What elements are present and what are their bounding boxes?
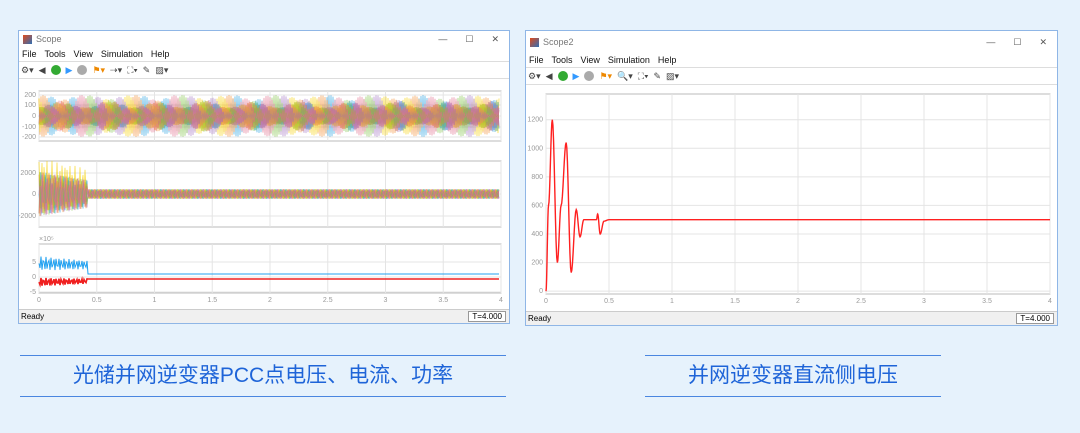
close-button[interactable]: ✕: [491, 34, 499, 45]
window-title: Scope2: [543, 37, 574, 47]
y-tick-label: 0: [32, 113, 36, 120]
menu-view[interactable]: View: [581, 55, 600, 65]
caption-right: 并网逆变器直流侧电压: [645, 355, 941, 397]
settings-icon[interactable]: ⚙▾: [528, 71, 541, 82]
toolbar: ⚙▾ ◀ ▶ ⚑▾ ⇢▾ ⛶▾ ✎ ▨▾: [19, 61, 509, 79]
y-tick-label: 0: [539, 288, 543, 295]
y-tick-label: 200: [24, 92, 36, 99]
style-icon[interactable]: ✎: [653, 71, 661, 82]
x-tick-label: 2.5: [856, 298, 866, 305]
matlab-logo-icon: [23, 34, 32, 44]
matlab-logo-icon: [530, 37, 539, 47]
y-tick-label: -200: [22, 134, 36, 141]
status-bar: Ready T=4.000: [526, 311, 1057, 325]
x-tick-label: 0.5: [92, 297, 102, 304]
menu-file[interactable]: File: [529, 55, 544, 65]
scope2-plot[interactable]: 0 0.5 1 1.5 2 2.5 3 3.5 4 0 200 400 600 800 1000 1200: [526, 87, 1057, 315]
stop-icon[interactable]: [584, 71, 595, 81]
cursor-icon[interactable]: ⇢▾: [110, 65, 122, 76]
window-title: Scope: [36, 34, 62, 44]
title-bar: Scope — ☐ ✕: [19, 31, 509, 47]
highlight-icon[interactable]: ⚑▾: [92, 65, 105, 76]
minimize-button[interactable]: —: [438, 34, 447, 45]
menu-help[interactable]: Help: [151, 49, 170, 59]
minimize-button[interactable]: —: [986, 37, 995, 48]
scope-window: Scope — ☐ ✕ File Tools View Simulation Help ⚙▾…: [18, 30, 510, 324]
x-tick-label: 3: [922, 298, 926, 305]
autoscale-icon[interactable]: ⛶▾: [127, 65, 138, 76]
maximize-button[interactable]: ☐: [465, 34, 473, 45]
menu-simulation[interactable]: Simulation: [101, 49, 143, 59]
y-tick-label: 5: [32, 259, 36, 266]
x-tick-label: 2.5: [323, 297, 333, 304]
x-tick-label: 1.5: [730, 298, 740, 305]
y-tick-label: 600: [531, 202, 543, 209]
x-tick-label: 0: [37, 297, 41, 304]
y-tick-label: 0: [32, 274, 36, 281]
edit-icon[interactable]: ▨▾: [155, 65, 168, 76]
style-icon[interactable]: ✎: [143, 65, 151, 76]
status-text: Ready: [528, 314, 552, 323]
menu-bar: File Tools View Simulation Help: [526, 53, 1057, 67]
step-back-icon[interactable]: ◀: [546, 71, 553, 82]
step-back-icon[interactable]: ◀: [39, 65, 46, 76]
autoscale-icon[interactable]: ⛶▾: [638, 71, 649, 82]
y-tick-label: -100: [22, 124, 36, 131]
x-tick-label: 4: [1048, 298, 1052, 305]
menu-view[interactable]: View: [74, 49, 93, 59]
title-bar: Scope2 — ☐ ✕: [526, 31, 1057, 53]
x-tick-label: 3.5: [438, 297, 448, 304]
menu-tools[interactable]: Tools: [552, 55, 573, 65]
x-tick-label: 2: [268, 297, 272, 304]
stop-icon[interactable]: [77, 65, 88, 75]
x-tick-label: 1.5: [207, 297, 217, 304]
y-tick-label: 200: [531, 260, 543, 267]
scope2-window: Scope2 — ☐ ✕ File Tools View Simulation Help ⚙…: [525, 30, 1058, 326]
caption-left: 光储并网逆变器PCC点电压、电流、功率: [20, 355, 506, 397]
y-tick-label: 1200: [527, 117, 543, 124]
x-tick-label: 0: [544, 298, 548, 305]
edit-icon[interactable]: ▨▾: [666, 71, 679, 82]
status-text: Ready: [21, 312, 45, 321]
y-tick-label: -2000: [19, 213, 36, 220]
x-tick-label: 2: [796, 298, 800, 305]
x-tick-label: 4: [499, 297, 503, 304]
menu-bar: File Tools View Simulation Help: [19, 47, 509, 61]
x-tick-label: 1: [153, 297, 157, 304]
x-tick-label: 1: [670, 298, 674, 305]
y-tick-label: -5: [30, 289, 36, 296]
step-forward-icon[interactable]: ▶: [66, 65, 73, 76]
y-tick-label: 0: [32, 191, 36, 198]
time-readout: T=4.000: [468, 311, 506, 322]
menu-file[interactable]: File: [22, 49, 37, 59]
menu-help[interactable]: Help: [658, 55, 677, 65]
x-tick-label: 0.5: [604, 298, 614, 305]
toolbar: ⚙▾ ◀ ▶ ⚑▾ 🔍▾ ⛶▾ ✎ ▨▾: [526, 67, 1057, 85]
exponent-label: ×10⁵: [39, 236, 54, 243]
y-tick-label: 100: [24, 102, 36, 109]
y-tick-label: 400: [531, 231, 543, 238]
zoom-icon[interactable]: 🔍▾: [617, 71, 633, 82]
maximize-button[interactable]: ☐: [1013, 37, 1021, 48]
step-forward-icon[interactable]: ▶: [573, 71, 580, 82]
y-tick-label: 1000: [527, 145, 543, 152]
highlight-icon[interactable]: ⚑▾: [599, 71, 612, 82]
menu-simulation[interactable]: Simulation: [608, 55, 650, 65]
run-icon[interactable]: [557, 71, 568, 81]
x-tick-label: 3: [384, 297, 388, 304]
x-tick-label: 3.5: [982, 298, 992, 305]
settings-icon[interactable]: ⚙▾: [21, 65, 34, 76]
scope-plots[interactable]: 200 100 0 -100 -200 2000 0 -2000 0 0.5 1 1.5 2 2.5 3 3.…: [19, 81, 509, 313]
run-icon[interactable]: [50, 65, 61, 75]
y-tick-label: 2000: [20, 170, 36, 177]
time-readout: T=4.000: [1016, 313, 1054, 324]
menu-tools[interactable]: Tools: [45, 49, 66, 59]
status-bar: Ready T=4.000: [19, 309, 509, 323]
y-tick-label: 800: [531, 174, 543, 181]
close-button[interactable]: ✕: [1039, 37, 1047, 48]
